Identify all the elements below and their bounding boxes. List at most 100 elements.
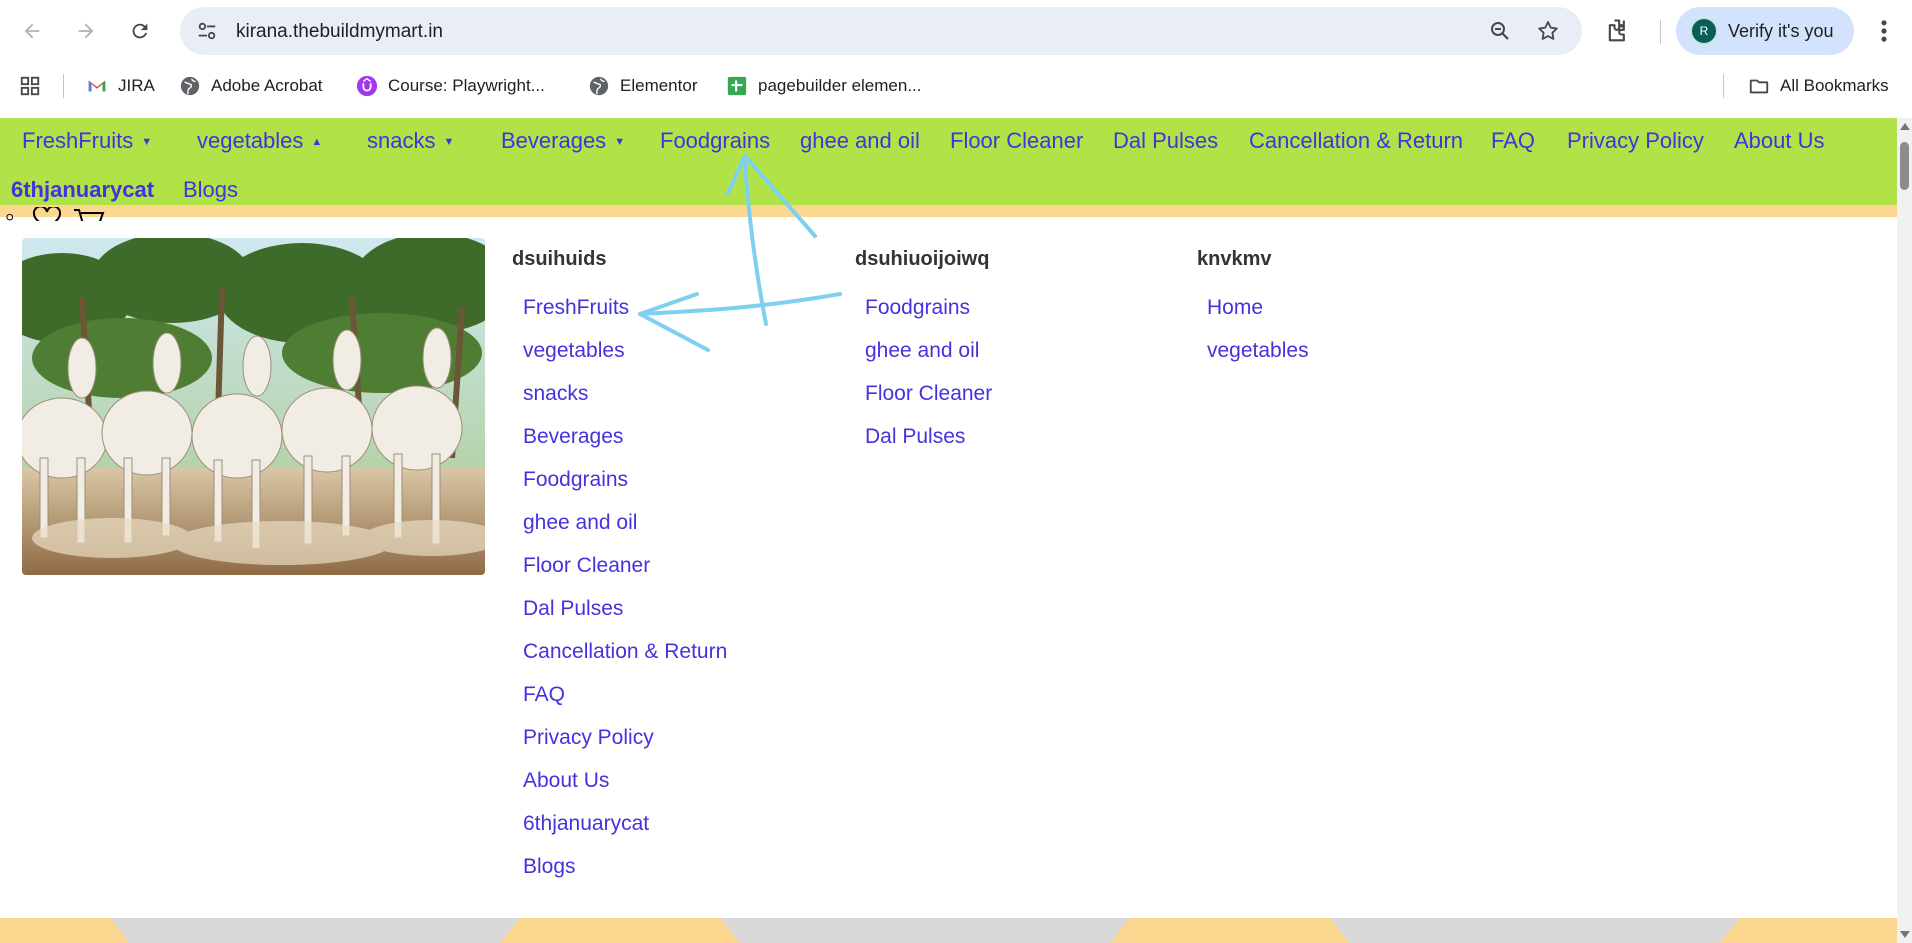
- toolbar-divider: [1660, 20, 1661, 44]
- nav-item-cancellation-return[interactable]: Cancellation & Return: [1249, 128, 1463, 154]
- reload-icon: [132, 23, 148, 39]
- header-action-icons: [6, 207, 106, 221]
- menu-link-freshfruits[interactable]: FreshFruits: [523, 296, 629, 320]
- all-bookmarks-label: All Bookmarks: [1780, 76, 1889, 95]
- bookmark-adobe-acrobat[interactable]: Adobe Acrobat: [179, 75, 323, 97]
- bookmark-jira[interactable]: JIRA: [86, 75, 155, 97]
- nav-item-foodgrains[interactable]: Foodgrains: [660, 128, 770, 154]
- chevron-down-icon: ▼: [141, 136, 153, 149]
- url-text: kirana.thebuildmymart.in: [236, 21, 443, 42]
- menu-link-privacy-policy[interactable]: Privacy Policy: [523, 726, 654, 750]
- page-scrollbar[interactable]: [1897, 118, 1912, 943]
- web-page: FreshFruits ▼ vegetables ▲ snacks ▼ Beverag…: [0, 118, 1897, 943]
- verify-label: Verify it's you: [1728, 20, 1834, 41]
- chevron-down-icon: ▼: [443, 136, 455, 149]
- bookmarks-divider: [63, 74, 64, 98]
- chevron-up-icon: ▲: [311, 136, 323, 149]
- chevron-down-icon: ▼: [614, 136, 626, 149]
- scroll-thumb[interactable]: [1900, 142, 1909, 190]
- folder-icon: [1749, 79, 1769, 94]
- forward-button[interactable]: [68, 13, 104, 49]
- bookmarks-bar: JIRA Adobe Acrobat Course: Playwright...…: [0, 62, 1912, 110]
- nav-label: vegetables: [197, 128, 304, 153]
- menu-link-foodgrains[interactable]: Foodgrains: [865, 296, 970, 320]
- nav-item-dal-pulses[interactable]: Dal Pulses: [1113, 128, 1218, 154]
- menu-link-faq[interactable]: FAQ: [523, 683, 565, 707]
- browser-menu-icon[interactable]: [1876, 17, 1892, 45]
- udemy-icon: [356, 75, 378, 97]
- nav-item-blogs[interactable]: Blogs: [183, 177, 238, 203]
- address-bar[interactable]: kirana.thebuildmymart.in: [180, 7, 1582, 55]
- menu-link-foodgrains[interactable]: Foodgrains: [523, 468, 628, 492]
- site-info-icon[interactable]: [196, 20, 218, 42]
- menu-link-dal-pulses[interactable]: Dal Pulses: [523, 597, 623, 621]
- nav-item-vegetables[interactable]: vegetables ▲: [197, 128, 322, 154]
- nav-item-ghee-and-oil[interactable]: ghee and oil: [800, 128, 920, 154]
- main-navbar: FreshFruits ▼ vegetables ▲ snacks ▼ Beverag…: [0, 118, 1897, 205]
- forward-arrow-icon: [78, 23, 94, 39]
- annotation-arrow-to-link: [638, 292, 842, 316]
- bookmark-elementor[interactable]: Elementor: [588, 75, 697, 97]
- nav-label: FreshFruits: [22, 128, 134, 153]
- verify-profile-button[interactable]: R Verify it's you: [1676, 7, 1854, 55]
- all-bookmarks-button[interactable]: All Bookmarks: [1748, 75, 1889, 97]
- menu-link-about-us[interactable]: About Us: [523, 769, 609, 793]
- scroll-up-icon[interactable]: [1900, 123, 1910, 130]
- nav-item-beverages[interactable]: Beverages ▼: [501, 128, 625, 154]
- annotation-arrowhead-left: [638, 292, 710, 352]
- bookmark-label: Course: Playwright...: [388, 76, 545, 95]
- nav-item-freshfruits[interactable]: FreshFruits ▼: [22, 128, 152, 154]
- menu-link-6thjanuarycat[interactable]: 6thjanuarycat: [523, 812, 649, 836]
- globe-icon: [589, 76, 609, 96]
- bookmarks-divider: [1723, 74, 1724, 98]
- profile-avatar: R: [1690, 17, 1718, 45]
- menu-link-cancellation-return[interactable]: Cancellation & Return: [523, 640, 727, 664]
- zoom-icon[interactable]: [1488, 19, 1512, 43]
- browser-toolbar: kirana.thebuildmymart.in R Verify it's y…: [0, 0, 1912, 62]
- user-icon[interactable]: [6, 207, 22, 221]
- bookmark-pagebuilder[interactable]: pagebuilder elemen...: [726, 75, 922, 97]
- bookmark-course-playwright[interactable]: Course: Playwright...: [356, 75, 545, 97]
- menu-link-snacks[interactable]: snacks: [523, 382, 588, 406]
- menu-link-floor-cleaner[interactable]: Floor Cleaner: [865, 382, 992, 406]
- back-button[interactable]: [14, 13, 50, 49]
- menu-link-ghee-and-oil[interactable]: ghee and oil: [523, 511, 637, 535]
- menu-link-vegetables[interactable]: vegetables: [523, 339, 625, 363]
- nav-label: Beverages: [501, 128, 607, 153]
- extensions-icon[interactable]: [1604, 17, 1632, 45]
- reload-button[interactable]: [122, 13, 158, 49]
- menu-column-heading: dsuihuids: [512, 248, 607, 270]
- scroll-down-icon[interactable]: [1900, 931, 1910, 938]
- gmail-icon: [88, 80, 106, 92]
- nav-item-about-us[interactable]: About Us: [1734, 128, 1825, 154]
- menu-link-home[interactable]: Home: [1207, 296, 1263, 320]
- nav-item-faq[interactable]: FAQ: [1491, 128, 1535, 154]
- cart-icon[interactable]: [72, 207, 106, 221]
- nav-item-floor-cleaner[interactable]: Floor Cleaner: [950, 128, 1083, 154]
- nav-item-snacks[interactable]: snacks ▼: [367, 128, 454, 154]
- header-accent-strip: [0, 205, 1897, 217]
- mega-menu-horses-image: [22, 238, 485, 575]
- menu-link-floor-cleaner[interactable]: Floor Cleaner: [523, 554, 650, 578]
- sheets-icon: [727, 76, 747, 96]
- menu-link-ghee-and-oil[interactable]: ghee and oil: [865, 339, 979, 363]
- bookmark-label: pagebuilder elemen...: [758, 76, 922, 95]
- apps-grid-icon[interactable]: [19, 75, 41, 97]
- menu-link-blogs[interactable]: Blogs: [523, 855, 576, 879]
- menu-column-heading: knvkmv: [1197, 248, 1272, 270]
- bookmark-label: Adobe Acrobat: [211, 76, 323, 95]
- bookmark-label: Elementor: [620, 76, 698, 95]
- nav-item-6thjanuarycat[interactable]: 6thjanuarycat: [11, 177, 154, 203]
- menu-link-vegetables[interactable]: vegetables: [1207, 339, 1309, 363]
- bookmark-label: JIRA: [118, 76, 155, 95]
- nav-item-privacy-policy[interactable]: Privacy Policy: [1567, 128, 1704, 154]
- heart-icon[interactable]: [30, 207, 64, 221]
- menu-column-heading: dsuhiuoijoiwq: [855, 248, 990, 270]
- footer-decorative-band: [0, 918, 1897, 943]
- globe-icon: [180, 76, 200, 96]
- menu-link-dal-pulses[interactable]: Dal Pulses: [865, 425, 965, 449]
- nav-label: snacks: [367, 128, 436, 153]
- back-arrow-icon: [24, 23, 40, 39]
- menu-link-beverages[interactable]: Beverages: [523, 425, 623, 449]
- bookmark-star-icon[interactable]: [1536, 19, 1560, 43]
